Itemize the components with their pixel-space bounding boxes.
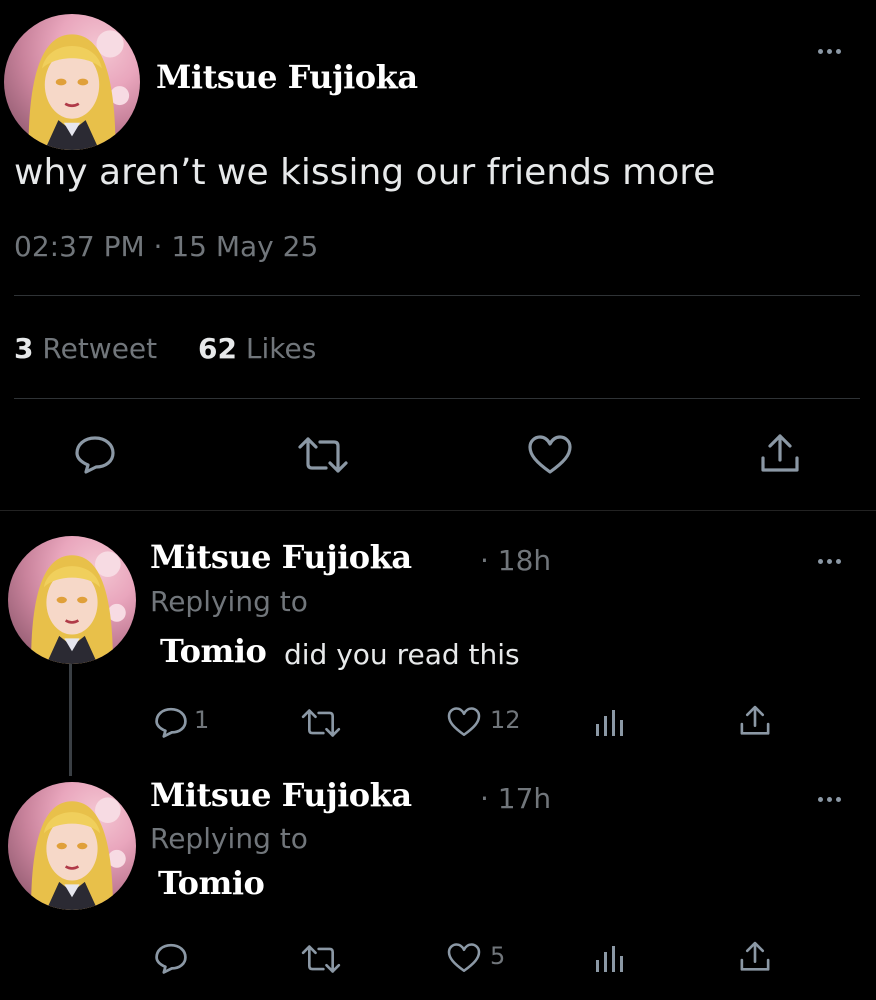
like-label: Likes	[245, 332, 317, 365]
share-icon[interactable]	[738, 940, 772, 974]
more-options-icon[interactable]	[818, 794, 848, 806]
like-count: 62	[198, 332, 237, 365]
divider	[14, 295, 860, 296]
avatar[interactable]	[8, 536, 136, 664]
tweet-text: why aren’t we kissing our friends more	[14, 152, 716, 193]
retweet-stats[interactable]: 3 Retweet	[14, 332, 157, 365]
thread-line	[69, 662, 72, 776]
share-icon[interactable]	[758, 432, 802, 476]
retweet-icon[interactable]	[300, 708, 342, 738]
like-stats[interactable]: 62 Likes	[198, 332, 316, 365]
like-icon[interactable]	[526, 434, 574, 476]
divider	[14, 398, 860, 399]
reply-count: 1	[194, 706, 210, 734]
reply-icon[interactable]	[154, 706, 188, 738]
divider	[0, 510, 876, 511]
share-icon[interactable]	[738, 704, 772, 738]
author-name[interactable]: Mitsue Fujioka	[150, 538, 412, 576]
reply-icon[interactable]	[74, 434, 116, 474]
like-icon[interactable]	[446, 942, 482, 974]
reply-icon[interactable]	[154, 942, 188, 974]
avatar[interactable]	[4, 14, 140, 150]
like-count: 12	[490, 706, 521, 734]
more-options-icon[interactable]	[818, 46, 848, 58]
avatar[interactable]	[8, 782, 136, 910]
tweet-timestamp[interactable]: 02:37 PM · 15 May 25	[14, 230, 318, 263]
reply-time[interactable]: · 17h	[480, 782, 551, 815]
reply-text: did you read this	[284, 638, 520, 671]
retweet-icon[interactable]	[300, 944, 342, 974]
more-options-icon[interactable]	[818, 556, 848, 568]
like-count: 5	[490, 942, 506, 970]
reply-time[interactable]: · 18h	[480, 544, 551, 577]
author-name[interactable]: Mitsue Fujioka	[156, 58, 418, 96]
retweet-icon[interactable]	[296, 436, 350, 474]
like-icon[interactable]	[446, 706, 482, 738]
retweet-label: Retweet	[42, 332, 158, 365]
mention-link[interactable]: Tomio	[160, 632, 267, 670]
author-name[interactable]: Mitsue Fujioka	[150, 776, 412, 814]
analytics-icon[interactable]	[594, 944, 624, 974]
replying-to-label: Replying to	[150, 822, 308, 855]
analytics-icon[interactable]	[594, 708, 624, 738]
replying-to-label: Replying to	[150, 585, 308, 618]
retweet-count: 3	[14, 332, 34, 365]
mention-link[interactable]: Tomio	[158, 864, 265, 902]
